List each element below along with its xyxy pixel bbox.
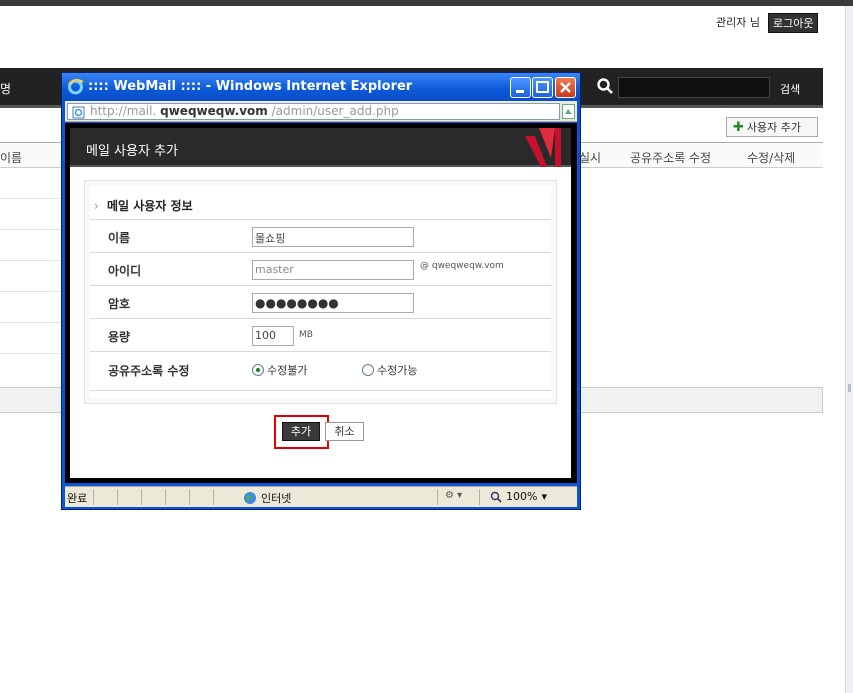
plus-icon: ✚ [733,119,744,135]
nav-left-label: 명 [0,82,12,96]
quota-row: 용량 100 MB [90,318,551,351]
cancel-button[interactable]: 취소 [325,422,364,441]
share-row: 공유주소록 수정 수정불가 수정가능 [90,351,551,391]
quota-field[interactable]: 100 [252,326,294,346]
table-row [0,353,62,354]
share-option-1-label: 수정불가 [267,364,308,377]
dialog: 메일 사용자 추가 › 메일 사용자 정보 이름 몰쇼핑 아이디 master … [70,128,571,478]
top-border [0,0,853,6]
status-divider [141,489,142,505]
address-prefix: http://mail. [90,104,157,118]
window-title: :::: WebMail :::: - Windows Internet Exp… [88,79,413,94]
section-title: › 메일 사용자 정보 [94,197,193,214]
zoom-level: 100% [506,490,538,503]
table-row [0,291,62,292]
minimize-button[interactable] [510,77,531,98]
close-icon [560,82,571,93]
user-info-panel: › 메일 사용자 정보 이름 몰쇼핑 아이디 master @ qweqweqw… [84,180,557,404]
name-field[interactable]: 몰쇼핑 [252,227,414,247]
password-field[interactable]: ●●●●●●●● [252,293,414,313]
dialog-title: 메일 사용자 추가 [86,144,178,159]
share-option-enabled[interactable]: 수정가능 [362,362,417,378]
scrollbar[interactable] [845,6,853,693]
zoom-icon [490,491,502,503]
id-label: 아이디 [108,264,142,278]
status-text: 완료 [67,492,88,505]
status-divider [165,489,166,505]
status-divider [117,489,118,505]
chevron-right-icon: › [94,199,99,213]
search-icon [597,78,613,94]
close-button[interactable] [555,77,576,98]
table-row [0,229,62,230]
status-divider [437,489,438,505]
table-border [822,387,823,414]
status-divider [479,489,480,505]
user-info-form: › 메일 사용자 정보 이름 몰쇼핑 아이디 master @ qweqweqw… [90,186,551,398]
password-label: 암호 [108,297,131,311]
popup-window: :::: WebMail :::: - Windows Internet Exp… [61,72,581,510]
zoom-control[interactable]: 100% ▾ [490,490,547,503]
quota-unit: MB [299,330,313,340]
share-label: 공유주소록 수정 [108,364,190,378]
table-row [0,322,62,323]
page-content: 메일 사용자 추가 › 메일 사용자 정보 이름 몰쇼핑 아이디 master … [65,123,577,483]
zone-label: 인터넷 [261,492,292,505]
id-field[interactable]: master [252,260,414,280]
address-field[interactable]: http://mail. qweqweqw.vom /admin/user_ad… [67,103,560,120]
ie-logo-icon [68,78,84,95]
name-row: 이름 몰쇼핑 [90,219,551,252]
dialog-header: 메일 사용자 추가 [70,128,571,167]
table-row [0,198,62,199]
add-button[interactable]: 추가 [282,422,320,441]
minimize-icon [516,90,524,93]
scrollbar-grip[interactable] [848,384,851,392]
chevron-down-icon: ▾ [541,490,547,503]
name-label: 이름 [108,231,131,245]
logout-button[interactable]: 로그아웃 [768,13,819,33]
col-partial: 실시 [579,151,602,165]
maximize-icon [536,81,549,93]
share-option-disabled[interactable]: 수정불가 [252,362,307,378]
address-bar: http://mail. qweqweqw.vom /admin/user_ad… [65,101,577,122]
status-divider [213,489,214,505]
radio-unchecked-icon [362,364,374,376]
quota-label: 용량 [108,330,131,344]
address-path: /admin/user_add.php [271,104,399,118]
share-option-2-label: 수정가능 [377,364,418,377]
page-icon [72,106,85,119]
add-user-label: 사용자 추가 [746,121,802,134]
password-row: 암호 ●●●●●●●● [90,285,551,318]
radio-checked-icon [252,364,264,376]
admin-greeting: 관리자 님 [716,16,760,29]
id-row: 아이디 master @ qweqweqw.vom [90,252,551,285]
col-edit-delete: 수정/삭제 [747,151,796,165]
status-divider [189,489,190,505]
window-titlebar[interactable]: :::: WebMail :::: - Windows Internet Exp… [62,73,580,101]
protected-mode-icon[interactable]: ⚙ ▾ [445,490,462,501]
col-address-book: 공유주소록 수정 [630,151,712,165]
maximize-button[interactable] [532,77,553,98]
address-domain: qweqweqw.vom [160,104,268,118]
add-user-button[interactable]: ✚ 사용자 추가 [726,117,818,137]
security-zone[interactable]: 인터넷 [243,490,291,506]
section-title-text: 메일 사용자 정보 [107,199,193,213]
brand-logo-icon [525,128,561,167]
table-row [0,260,62,261]
status-bar: 완료 인터넷 ⚙ ▾ 100% ▾ [65,486,577,507]
col-name: 이름 [0,151,23,165]
status-divider [93,489,94,505]
search-button[interactable]: 검색 [780,81,800,97]
id-domain: @ qweqweqw.vom [420,261,504,271]
search-input[interactable] [618,77,770,98]
compat-view-icon[interactable] [562,104,575,119]
globe-icon [244,492,256,504]
